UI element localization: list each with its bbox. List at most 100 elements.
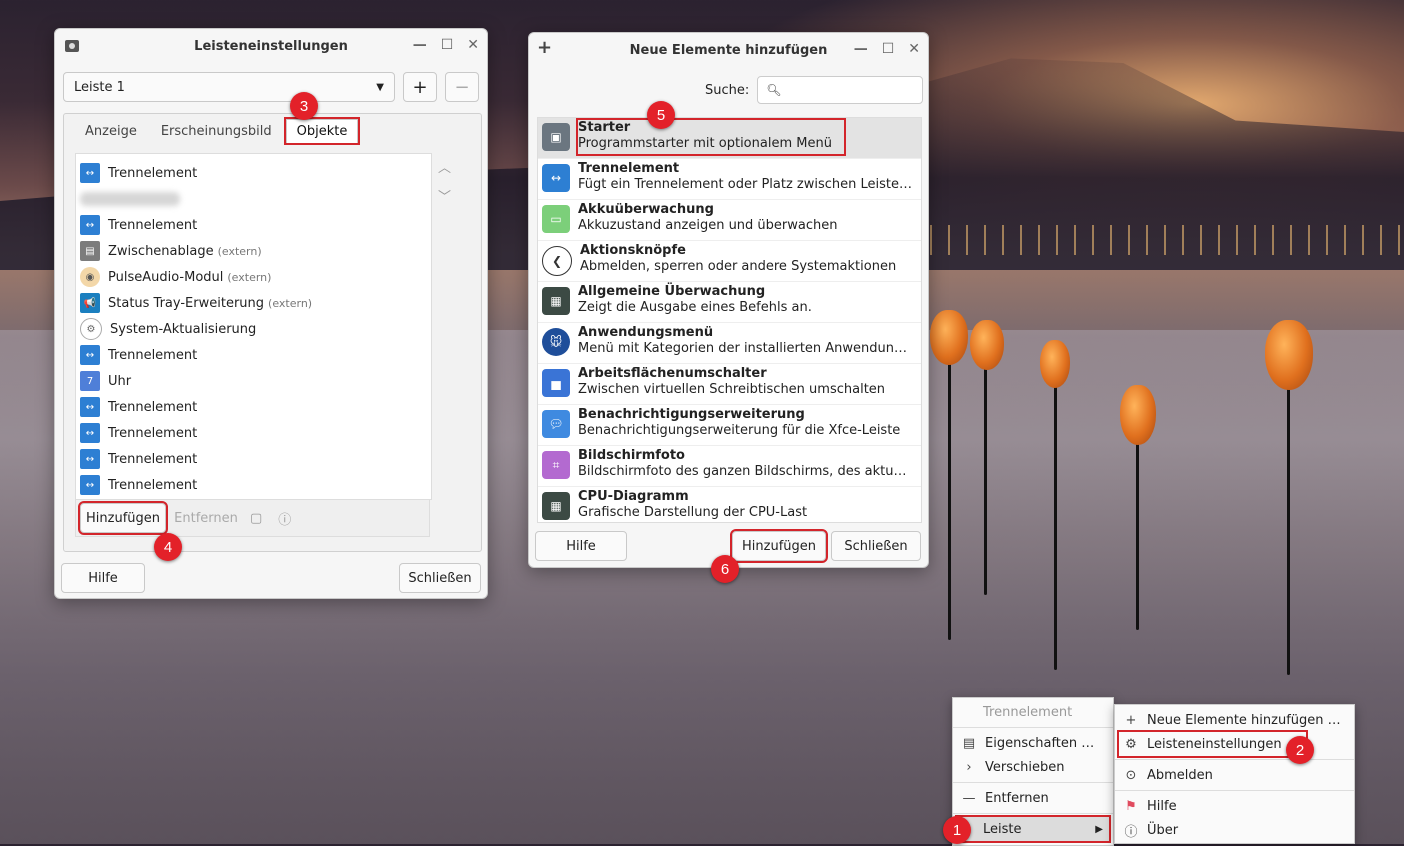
- element-benachrichtigung[interactable]: 💬︎ Benachrichtigungserweiterung Benachric…: [538, 405, 921, 446]
- element-anwendungsmenue[interactable]: 🐭︎ Anwendungsmenü Menü mit Kategorien der…: [538, 323, 921, 364]
- list-item[interactable]: ◉ PulseAudio-Modul (extern): [76, 264, 431, 290]
- item-properties-icon[interactable]: ▢: [250, 511, 262, 526]
- menu-divider: [1115, 790, 1354, 791]
- search-icon: 🔍︎: [766, 83, 782, 97]
- list-item[interactable]: ↔ Trennelement: [76, 342, 431, 368]
- battery-icon: ▭: [542, 205, 570, 233]
- element-aktionsknoepfe[interactable]: ❮ Aktionsknöpfe Abmelden, sperren oder an…: [538, 241, 921, 282]
- add-element-button[interactable]: Hinzufügen: [730, 529, 828, 563]
- cpu-graph-icon: ▦: [542, 492, 570, 520]
- remove-item-button[interactable]: Entfernen: [172, 503, 240, 533]
- menu-item-hilfe[interactable]: ⚑ Hilfe: [1115, 794, 1354, 818]
- tab-anzeige[interactable]: Anzeige: [75, 120, 147, 143]
- list-item[interactable]: 📢 Status Tray-Erweiterung (extern): [76, 290, 431, 316]
- screenshot-icon: ⌗: [542, 451, 570, 479]
- menu-divider: [953, 813, 1113, 814]
- panel-settings-titlebar: Leisteneinstellungen — ☐ ✕: [55, 29, 487, 63]
- tab-objekte[interactable]: Objekte: [283, 117, 361, 145]
- close-icon[interactable]: ✕: [467, 37, 479, 53]
- element-allgemeine-ueberwachung[interactable]: ▦ Allgemeine Überwachung Zeigt die Ausgab…: [538, 282, 921, 323]
- close-button[interactable]: Schließen: [831, 531, 921, 561]
- xfce-menu-icon: 🐭︎: [542, 328, 570, 356]
- list-item[interactable]: ↔ Trennelement: [76, 394, 431, 420]
- add-item-button[interactable]: Hinzufügen: [78, 501, 168, 535]
- menu-item-leisteneinstellungen[interactable]: ⚙ Leisteneinstellungen …: [1117, 730, 1308, 758]
- pulseaudio-icon: ◉: [80, 267, 100, 287]
- help-button[interactable]: Hilfe: [535, 531, 627, 561]
- move-up-icon[interactable]: ︿: [438, 157, 451, 176]
- list-item[interactable]: ↔ Trennelement: [76, 446, 431, 472]
- calendar-icon: 7: [80, 371, 100, 391]
- clipboard-icon: ▤: [80, 241, 100, 261]
- list-item[interactable]: ↔ Trennelement: [76, 160, 431, 186]
- maximize-icon[interactable]: ☐: [441, 37, 454, 53]
- panel-select[interactable]: Leiste 1 ▼: [63, 72, 395, 102]
- search-label: Suche:: [705, 82, 750, 98]
- separator-icon: ↔: [80, 215, 100, 235]
- menu-item-verschieben[interactable]: › Verschieben: [953, 755, 1113, 779]
- settings-app-icon: [63, 37, 81, 55]
- add-items-titlebar: + Neue Elemente hinzufügen — ☐ ✕: [529, 33, 928, 67]
- list-item[interactable]: 7 Uhr: [76, 368, 431, 394]
- menu-item-abmelden[interactable]: ⊙ Abmelden: [1115, 763, 1354, 787]
- launcher-icon: ▣: [542, 123, 570, 151]
- element-starter[interactable]: ▣ Starter Programmstarter mit optionalem …: [538, 118, 921, 159]
- menu-item-eigenschaften[interactable]: ▤ Eigenschaften …: [953, 731, 1113, 755]
- menu-divider: [953, 727, 1113, 728]
- chevron-right-icon: ›: [966, 759, 972, 775]
- window-title: Leisteneinstellungen: [194, 38, 348, 54]
- panel-submenu: + Neue Elemente hinzufügen … ⚙ Leisteneins…: [1114, 704, 1355, 844]
- item-info-icon[interactable]: ⓘ: [278, 509, 291, 528]
- minus-icon: —: [962, 790, 976, 806]
- list-item[interactable]: ↔ Trennelement: [76, 212, 431, 238]
- element-akku[interactable]: ▭ Akkuüberwachung Akkuzustand anzeigen un…: [538, 200, 921, 241]
- help-icon: ⚑: [1125, 798, 1137, 814]
- element-trennelement[interactable]: ↔ Trennelement Fügt ein Trennelement oder…: [538, 159, 921, 200]
- menu-item-entfernen[interactable]: — Entfernen: [953, 786, 1113, 810]
- search-input[interactable]: 🔍︎: [757, 76, 924, 104]
- window-title: Neue Elemente hinzufügen: [629, 42, 828, 58]
- list-item[interactable]: [76, 186, 431, 212]
- elements-list: ▣ Starter Programmstarter mit optionalem …: [537, 117, 922, 523]
- close-icon[interactable]: ✕: [908, 41, 920, 57]
- move-down-icon[interactable]: ﹀: [438, 186, 451, 205]
- list-item[interactable]: ⚙ System-Aktualisierung: [76, 316, 431, 342]
- separator-icon: ↔: [80, 397, 100, 417]
- blurred-item: [80, 192, 180, 206]
- workspace-switcher-icon: ▅: [542, 369, 570, 397]
- panel-select-value: Leiste 1: [74, 79, 125, 95]
- separator-icon: ↔: [80, 423, 100, 443]
- menu-item-neue-elemente[interactable]: + Neue Elemente hinzufügen …: [1115, 708, 1354, 732]
- menu-item-trennelement: Trennelement: [983, 704, 1073, 720]
- submenu-arrow-icon: ▶: [1095, 823, 1103, 835]
- tab-erscheinungsbild[interactable]: Erscheinungsbild: [151, 120, 282, 143]
- menu-item-leiste[interactable]: Leiste ▶: [955, 815, 1111, 843]
- step-marker-6: 6: [711, 555, 739, 583]
- element-arbeitsflaechenumschalter[interactable]: ▅ Arbeitsflächenumschalter Zwischen virtu…: [538, 364, 921, 405]
- minimize-icon[interactable]: —: [854, 41, 868, 57]
- panel-context-menu: Trennelement ▤ Eigenschaften … › Verschieb…: [952, 697, 1114, 846]
- help-button[interactable]: Hilfe: [61, 563, 145, 593]
- info-icon: ⓘ: [1124, 824, 1138, 840]
- close-button[interactable]: Schließen: [399, 563, 481, 593]
- properties-icon: ▤: [962, 735, 976, 751]
- add-items-window: + Neue Elemente hinzufügen — ☐ ✕ Suche: …: [528, 32, 929, 568]
- panel-items-list: ↔ Trennelement ↔ Trennelement ▤ Zwischenabl…: [75, 153, 432, 500]
- maximize-icon[interactable]: ☐: [882, 41, 895, 57]
- list-item[interactable]: ↔ Trennelement: [76, 472, 431, 498]
- minimize-icon[interactable]: —: [413, 37, 427, 53]
- step-marker-4: 4: [154, 533, 182, 561]
- logout-icon: ⊙: [1125, 767, 1137, 783]
- list-item[interactable]: ▤ Zwischenablage (extern): [76, 238, 431, 264]
- add-panel-button[interactable]: +: [403, 72, 437, 102]
- element-bildschirmfoto[interactable]: ⌗ Bildschirmfoto Bildschirmfoto des ganze…: [538, 446, 921, 487]
- menu-item-ueber[interactable]: ⓘ Über: [1115, 818, 1354, 842]
- wallpaper-lights: [930, 225, 1404, 255]
- menu-divider: [1115, 759, 1354, 760]
- element-cpu-diagramm[interactable]: ▦ CPU-Diagramm Grafische Darstellung der …: [538, 487, 921, 522]
- list-item[interactable]: ↔ Trennelement: [76, 420, 431, 446]
- megaphone-icon: 📢: [80, 293, 100, 313]
- menu-divider: [953, 782, 1113, 783]
- remove-panel-button[interactable]: −: [445, 72, 479, 102]
- plus-icon: +: [1125, 712, 1137, 728]
